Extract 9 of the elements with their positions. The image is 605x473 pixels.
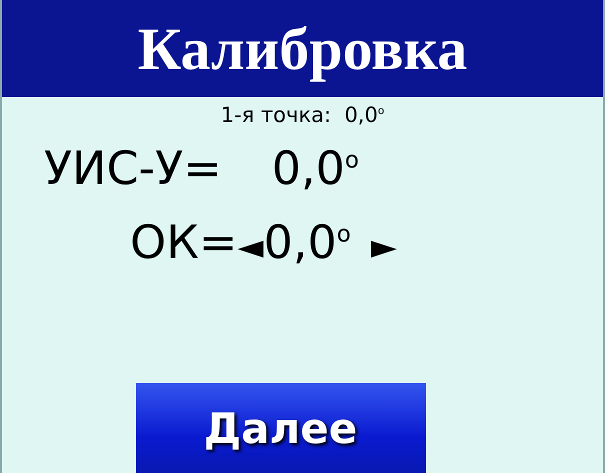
sensor-value: 0,0$^{o}$ [272,141,359,195]
ok-label: ОК= [130,215,238,269]
point-label: 1-я точка: [220,103,332,127]
ok-value: 0,0$^{o}$ [264,215,351,269]
increase-button[interactable]: ► [370,227,397,267]
point-value: 0,0$^{o}$ [344,103,384,127]
decrease-button[interactable]: ◄ [237,227,264,267]
sensor-label: УИС-У= [44,141,222,195]
next-button[interactable]: Далее [136,383,426,473]
